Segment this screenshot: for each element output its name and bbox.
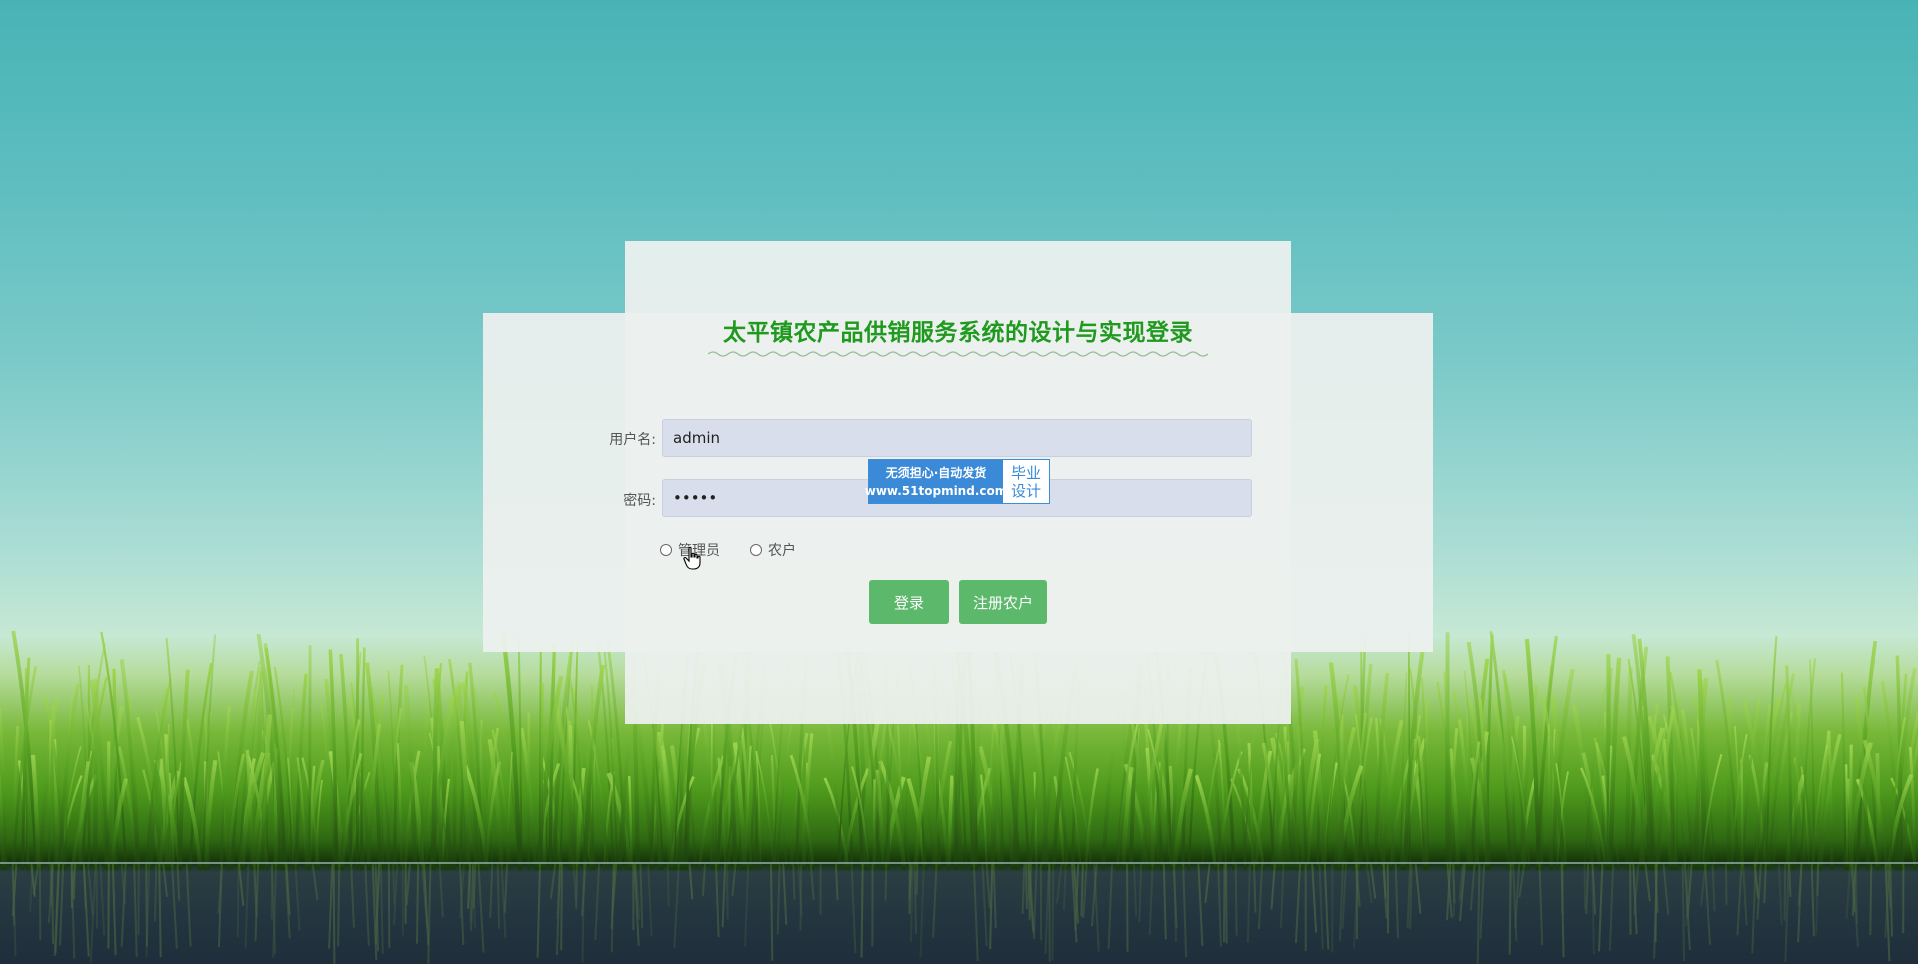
register-farmer-button[interactable]: 注册农户 xyxy=(959,580,1047,624)
watermark-right-line2: 设计 xyxy=(1010,481,1041,500)
login-button[interactable]: 登录 xyxy=(869,580,949,624)
radio-circle-icon xyxy=(660,544,672,556)
watermark-right: 毕业 设计 xyxy=(1003,460,1049,503)
watermark-line1: 无须担心·自动发货 xyxy=(885,465,987,480)
watermark-right-line1: 毕业 xyxy=(1010,463,1041,482)
role-farmer-label: 农户 xyxy=(768,543,796,559)
water-reflection xyxy=(11,864,1905,964)
title-wavy-underline xyxy=(708,351,1208,357)
username-label: 用户名: xyxy=(609,432,656,448)
watermark-badge: 无须担心·自动发货 www.51topmind.com 毕业 设计 xyxy=(865,459,1050,504)
hand-cursor-icon xyxy=(683,546,701,570)
watermark-line2: www.51topmind.com xyxy=(864,483,1008,498)
password-label: 密码: xyxy=(623,493,656,509)
role-selector: 管理员 农户 xyxy=(660,540,796,560)
page-title: 太平镇农产品供销服务系统的设计与实现登录 xyxy=(723,320,1193,346)
watermark-left: 无须担心·自动发货 www.51topmind.com xyxy=(865,460,1007,503)
username-input[interactable] xyxy=(662,419,1252,457)
role-farmer-radio[interactable]: 农户 xyxy=(750,540,796,560)
radio-circle-icon xyxy=(750,544,762,556)
